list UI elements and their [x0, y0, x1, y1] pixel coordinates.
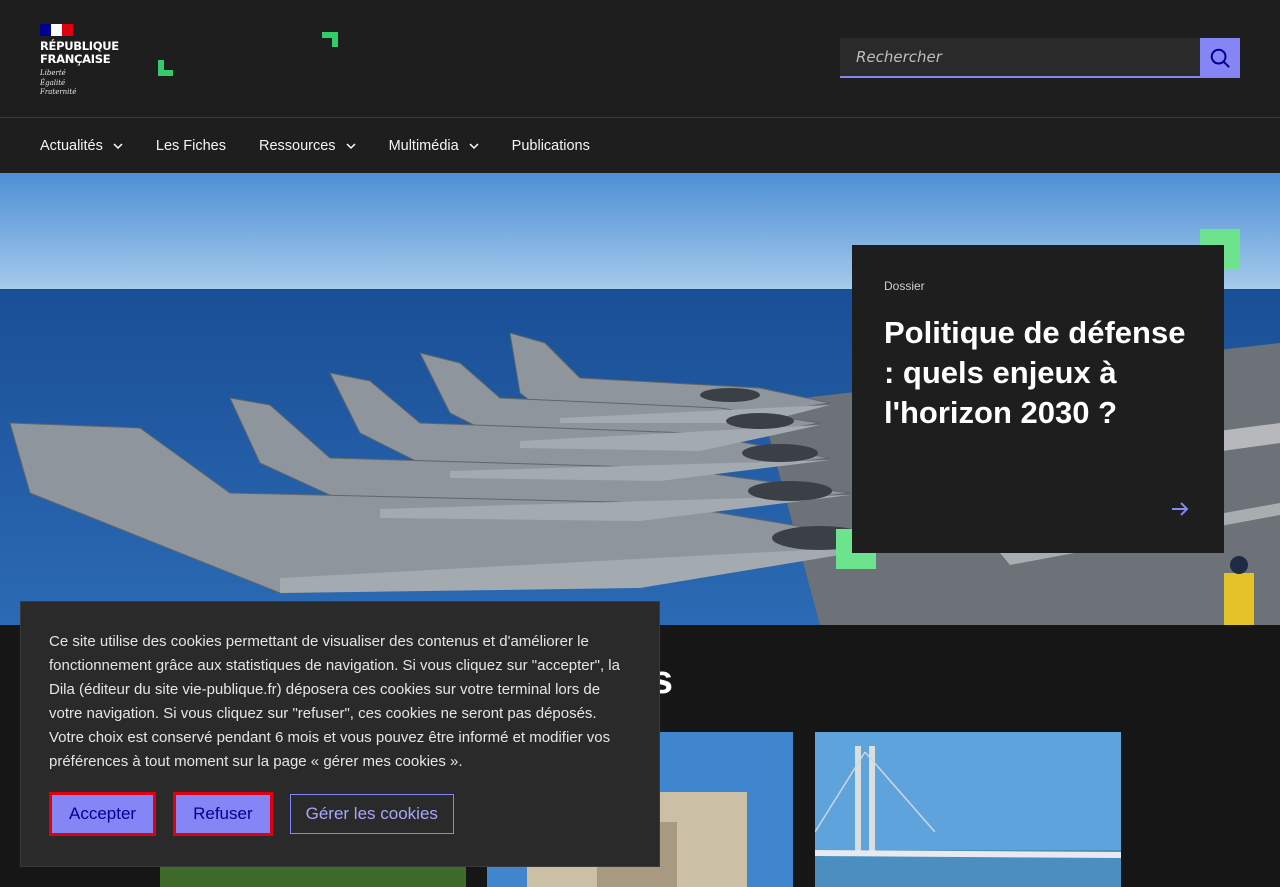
devise-line3: Fraternité: [40, 88, 77, 96]
chevron-down-icon: [346, 142, 356, 149]
arrow-right-icon[interactable]: [1170, 499, 1190, 519]
devise-line1: Liberté: [40, 69, 66, 77]
main-nav: Actualités Les Fiches Ressources Multimé…: [0, 118, 1280, 173]
chevron-down-icon: [113, 142, 123, 149]
news-card-image[interactable]: [815, 732, 1121, 887]
french-flag-icon: [40, 24, 73, 36]
search-bar: [840, 38, 1240, 78]
nav-item-label: Ressources: [259, 137, 336, 154]
nav-item-label: Actualités: [40, 137, 103, 154]
nav-item-ressources[interactable]: Ressources: [259, 138, 356, 154]
manage-cookies-button[interactable]: Gérer les cookies: [289, 794, 454, 834]
hero-card[interactable]: Dossier Politique de défense : quels enj…: [852, 245, 1224, 553]
republique-francaise-logo[interactable]: RÉPUBLIQUE FRANÇAISE Liberté Égalité Fra…: [40, 24, 120, 98]
search-icon: [1210, 48, 1230, 68]
gov-title: RÉPUBLIQUE FRANÇAISE: [40, 40, 120, 66]
accept-cookies-button[interactable]: Accepter: [49, 792, 157, 836]
refuse-cookies-button[interactable]: Refuser: [173, 792, 273, 836]
chevron-down-icon: [469, 142, 479, 149]
nav-item-label: Multimédia: [388, 137, 459, 154]
cookie-actions: Accepter Refuser Gérer les cookies: [49, 792, 454, 836]
devise-line2: Égalité: [40, 78, 66, 87]
nav-item-multimedia[interactable]: Multimédia: [389, 138, 479, 154]
news-card-photo-bridge: [815, 732, 1121, 887]
nav-item-publications[interactable]: Publications: [512, 138, 590, 154]
vie-publique-logo-icon[interactable]: [150, 28, 350, 82]
hero-tag: Dossier: [884, 279, 925, 293]
cookie-text: Ce site utilise des cookies permettant d…: [49, 633, 620, 770]
site-header: RÉPUBLIQUE FRANÇAISE Liberté Égalité Fra…: [0, 0, 1280, 118]
cookie-banner: Ce site utilise des cookies permettant d…: [20, 601, 660, 867]
nav-item-label: Les Fiches: [155, 137, 226, 154]
hero-title[interactable]: Politique de défense : quels enjeux à l'…: [884, 313, 1192, 433]
nav-item-les-fiches[interactable]: Les Fiches: [156, 138, 226, 154]
search-button[interactable]: [1200, 38, 1240, 78]
devise: Liberté Égalité Fraternité: [40, 69, 120, 98]
hero-banner[interactable]: Dossier Politique de défense : quels enj…: [0, 173, 1280, 625]
nav-item-label: Publications: [511, 137, 590, 154]
gov-title-line2: FRANÇAISE: [40, 52, 111, 66]
nav-item-actualites[interactable]: Actualités: [40, 138, 123, 154]
search-input[interactable]: [840, 38, 1200, 78]
